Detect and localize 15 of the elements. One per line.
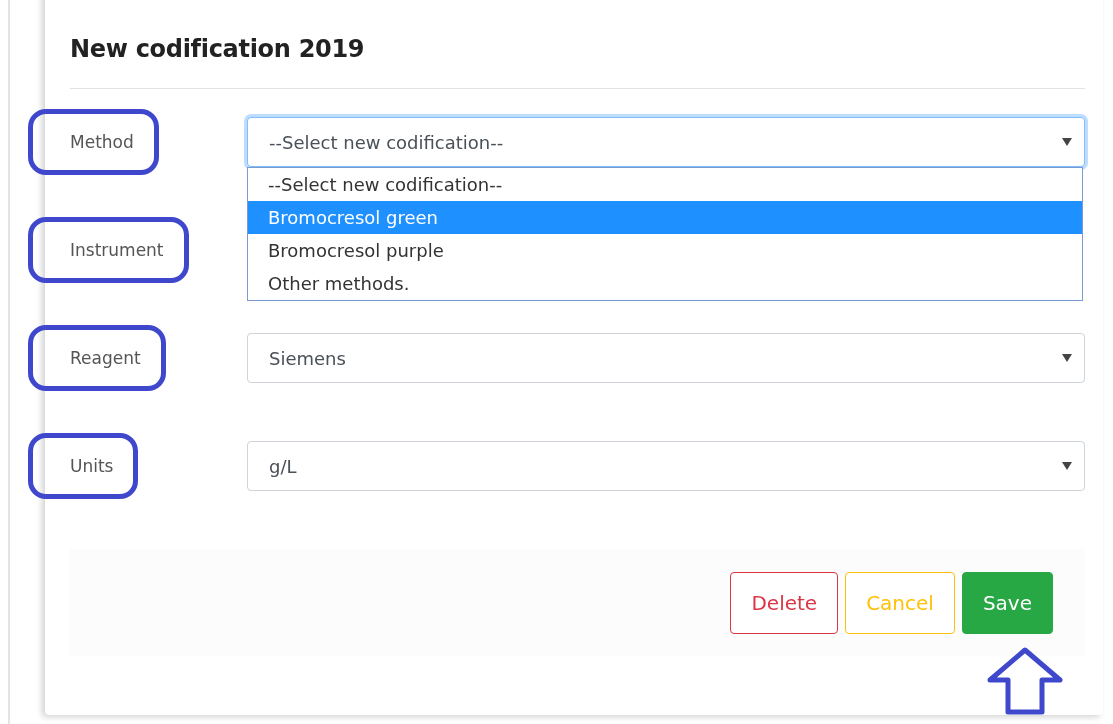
- caret-icon: [1062, 462, 1072, 470]
- dropdown-option[interactable]: Other methods.: [248, 267, 1082, 300]
- field-label: Units: [70, 456, 114, 476]
- action-button[interactable]: Delete: [730, 571, 839, 634]
- select-field[interactable]: g/L: [247, 441, 1085, 491]
- dropdown-option[interactable]: --Select new codification--: [248, 168, 1082, 201]
- field-label: Instrument: [70, 240, 164, 260]
- caret-icon: [1062, 354, 1072, 362]
- form-title: New codification 2019: [70, 34, 366, 65]
- field-label: Reagent: [70, 348, 141, 368]
- field-label: Method: [70, 132, 134, 152]
- select-field[interactable]: Siemens: [247, 333, 1085, 383]
- dropdown-option[interactable]: Bromocresol purple: [248, 234, 1082, 267]
- caret-icon: [1062, 138, 1072, 146]
- select-field[interactable]: --Select new codification--: [247, 117, 1085, 167]
